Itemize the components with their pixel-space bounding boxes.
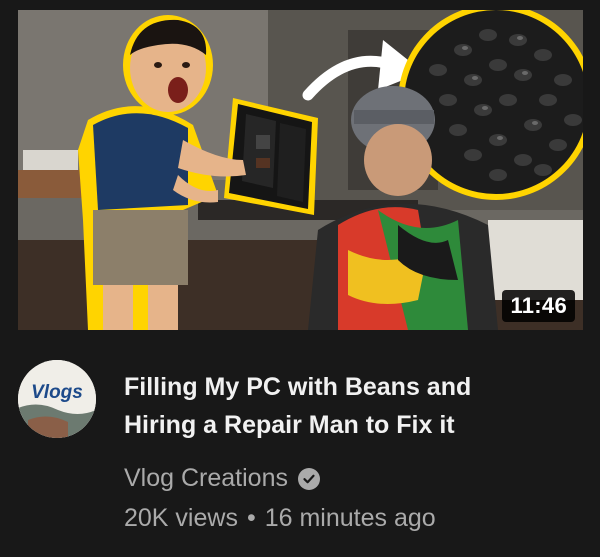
avatar-logo-text: Vlogs [31, 382, 83, 403]
check-icon [303, 474, 315, 483]
video-title-line2: Hiring a Repair Man to Fix it [124, 411, 455, 439]
meta-separator: • [246, 504, 256, 532]
verified-check-icon [297, 467, 320, 490]
duration-badge: 11:46 [502, 290, 575, 322]
video-card: 11:46 Vlogs Filling My PC with Beans and… [0, 0, 600, 557]
upload-time: 16 minutes ago [264, 504, 436, 532]
avatar-artwork: Vlogs [18, 360, 96, 438]
channel-row[interactable]: Vlog Creations [124, 464, 320, 493]
video-meta: 20K views • 16 minutes ago [124, 504, 436, 533]
video-title-line1: Filling My PC with Beans and [124, 373, 472, 401]
view-count: 20K views [124, 504, 238, 532]
thumbnail-artwork [18, 10, 583, 330]
video-thumbnail[interactable]: 11:46 [18, 10, 583, 330]
video-title[interactable]: Filling My PC with Beans and Hiring a Re… [124, 368, 574, 444]
channel-avatar[interactable]: Vlogs [18, 360, 96, 438]
channel-name[interactable]: Vlog Creations [124, 464, 288, 493]
